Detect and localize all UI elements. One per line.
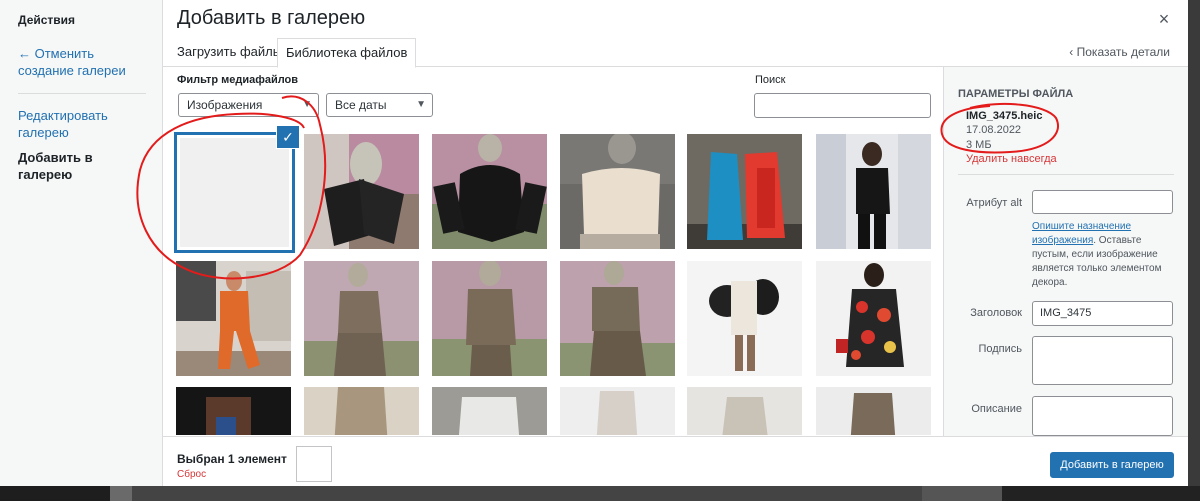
attachment-thumbnail[interactable] (687, 261, 802, 376)
photo-orange-suit (176, 261, 291, 376)
attachment-thumbnail[interactable] (432, 387, 547, 435)
photo-beige-mannequin (304, 387, 419, 435)
date-filter-select[interactable]: Все даты ▼ (326, 93, 433, 117)
add-to-gallery-link[interactable]: Добавить в галерею (18, 149, 148, 183)
attachments-grid: ✓ (163, 125, 943, 435)
details-filename: IMG_3475.heic (966, 110, 1043, 122)
search-label: Поиск (755, 74, 786, 86)
attachment-details: Параметры файла IMG_3475.heic 17.08.2022… (943, 67, 1188, 436)
chevron-down-icon: ▼ (416, 99, 426, 110)
attachment-thumbnail[interactable] (560, 134, 675, 249)
photo-woman-black-suit (816, 134, 931, 249)
selection-thumbnail[interactable] (296, 446, 332, 482)
caption-label: Подпись (978, 343, 1022, 355)
photo-white-look (560, 387, 675, 435)
photo-grey-outfit (432, 387, 547, 435)
photo-mannequin-grey-vest (304, 261, 419, 376)
photo-coat-look (816, 387, 931, 435)
photo-white-dress-black-sleeves (687, 261, 802, 376)
add-to-gallery-button[interactable]: Добавить в галерею (1050, 452, 1174, 478)
photo-red-floral-dress (816, 261, 931, 376)
photo-mannequin-cream-top (560, 134, 675, 249)
photo-mannequin-black-top (304, 134, 419, 249)
attachment-thumbnail[interactable] (560, 387, 675, 435)
media-modal: Действия ← Отменить создание галереи Ред… (0, 0, 1188, 486)
type-filter-value: Изображения (187, 98, 263, 112)
media-toolbar: Выбран 1 элемент Сброс Добавить в галере… (163, 436, 1188, 486)
attachment-thumbnail[interactable] (176, 261, 291, 376)
chevron-down-icon: ▼ (302, 99, 312, 110)
frame-title: Добавить в галерею (177, 7, 366, 29)
attachment-thumbnail[interactable] (816, 261, 931, 376)
caption-textarea[interactable] (1032, 336, 1173, 385)
description-textarea[interactable] (1032, 396, 1173, 436)
attachment-thumbnail[interactable] (560, 261, 675, 376)
details-upload-date: 17.08.2022 (966, 124, 1022, 136)
photo-blue-and-red-outfits (687, 134, 802, 249)
attachment-thumbnail[interactable] (432, 134, 547, 249)
close-icon: × (1158, 9, 1170, 29)
cancel-gallery-link[interactable]: ← Отменить создание галереи (18, 45, 148, 79)
attachment-thumbnail[interactable] (687, 134, 802, 249)
attachment-thumbnail[interactable] (816, 387, 931, 435)
alt-text-input[interactable] (1032, 190, 1173, 214)
attachment-thumbnail[interactable] (304, 134, 419, 249)
attachment-thumbnail[interactable] (816, 134, 931, 249)
alt-help-text: Опишите назначение изображения. Оставьте… (1032, 220, 1177, 290)
show-details-toggle[interactable]: ‹ Показать детали (1069, 38, 1170, 67)
alt-label: Атрибут alt (966, 197, 1022, 209)
photo-sequin-dress (687, 387, 802, 435)
selection-count: Выбран 1 элемент (177, 452, 287, 466)
details-heading: Параметры файла (958, 88, 1074, 100)
description-label: Описание (971, 403, 1022, 415)
attachment-thumbnail[interactable] (304, 261, 419, 376)
menu-separator (18, 93, 146, 94)
menu-title: Действия (18, 13, 76, 27)
media-filter-label: Фильтр медиафайлов (177, 74, 299, 86)
type-filter-select[interactable]: Изображения ▼ (178, 93, 319, 117)
details-file-size: 3 МБ (966, 139, 992, 151)
photo-mannequin-black-bodysuit (432, 134, 547, 249)
photo-mannequin-brown-vest (432, 261, 547, 376)
attachment-thumbnail[interactable] (432, 261, 547, 376)
media-menu: Действия ← Отменить создание галереи Ред… (0, 0, 163, 486)
tab-media-library[interactable]: Библиотека файлов (277, 38, 417, 68)
title-label: Заголовок (970, 307, 1022, 319)
attachment-thumbnail[interactable] (687, 387, 802, 435)
search-input[interactable] (754, 93, 931, 118)
tab-upload-files[interactable]: Загрузить файлы (169, 38, 290, 67)
attachment-selected-blank[interactable] (174, 132, 295, 253)
edit-gallery-link[interactable]: Редактировать галерею (18, 107, 148, 141)
attachment-thumbnail[interactable] (304, 387, 419, 435)
selection-reset-link[interactable]: Сброс (177, 469, 206, 480)
router-tabs: Загрузить файлы Библиотека файлов ‹ Пока… (163, 38, 1188, 68)
close-button[interactable]: × (1152, 8, 1176, 32)
attachment-thumbnail[interactable] (176, 387, 291, 435)
delete-permanently-link[interactable]: Удалить навсегда (966, 153, 1057, 165)
details-separator (958, 174, 1174, 175)
date-filter-value: Все даты (335, 98, 387, 112)
photo-dark-portrait (176, 387, 291, 435)
page-backdrop (0, 486, 1200, 501)
title-input[interactable]: IMG_3475 (1032, 301, 1173, 326)
photo-mannequin-vest-trousers (560, 261, 675, 376)
checkmark-icon[interactable]: ✓ (277, 126, 299, 148)
